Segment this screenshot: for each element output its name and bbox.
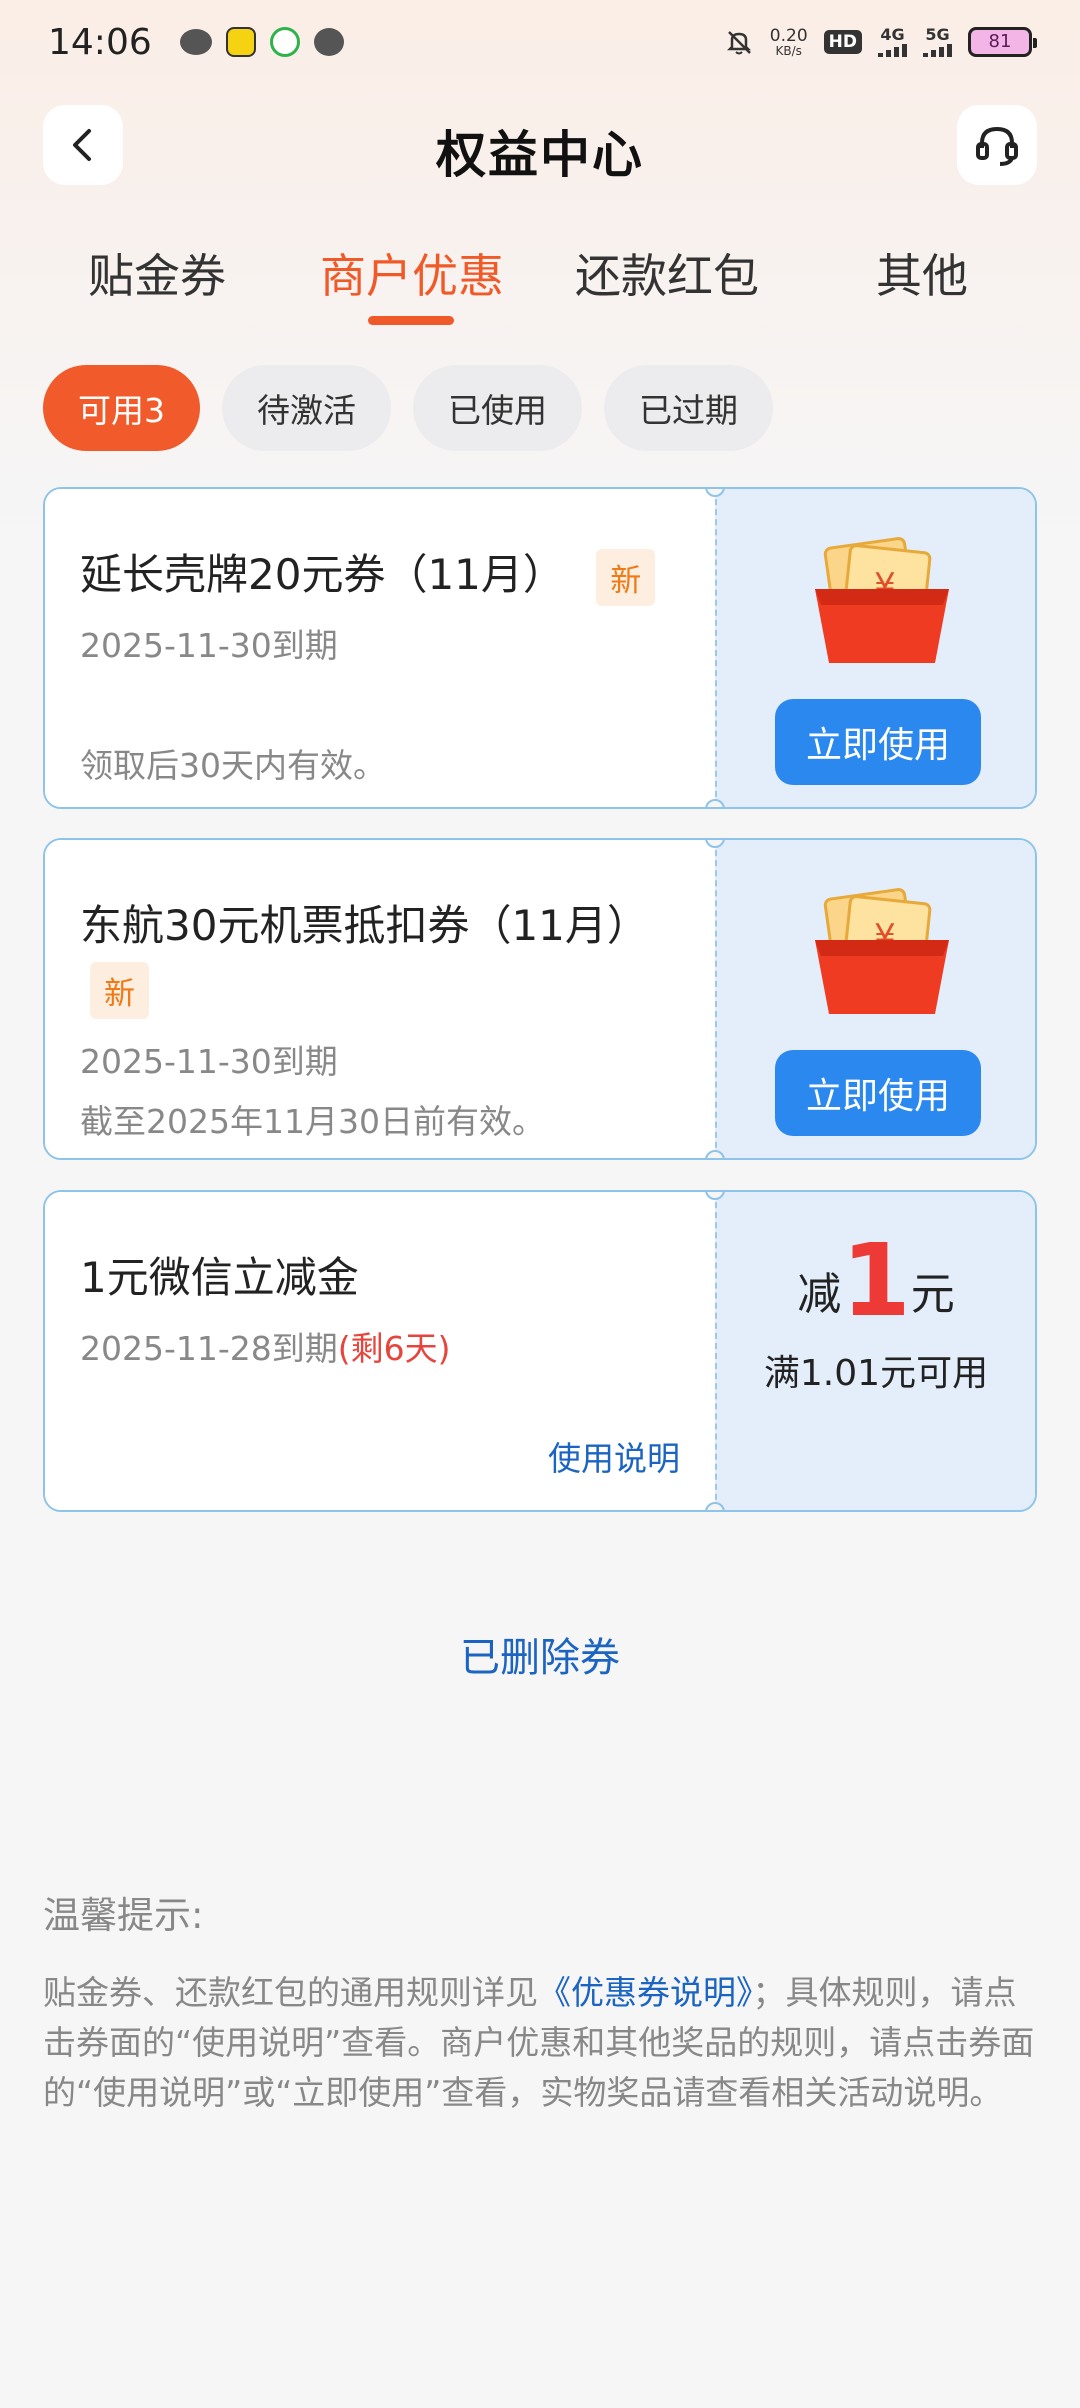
coupon-expiry: 2025-11-28到期 [80,1329,338,1368]
coupon-rules-link[interactable]: 《优惠券说明》 [538,1973,753,2012]
usage-instructions-link[interactable]: 使用说明 [548,1432,680,1480]
discount-prefix: 减 [797,1269,842,1320]
app-notification-icon [225,27,256,57]
use-now-button[interactable]: 立即使用 [775,699,981,785]
days-left: (剩6天) [337,1329,451,1368]
status-right: 0.20 KB/s HD 4G 5G 81 [724,25,1037,58]
signal-sim1-icon: 4G [878,27,907,57]
net-speed-unit: KB/s [775,43,802,58]
discount-unit: 元 [910,1269,955,1320]
coupon-info: 1元微信立减金 2025-11-28到期(剩6天) 使用说明 [45,1192,715,1510]
coupon-expiry-row: 2025-11-28到期(剩6天) [80,1322,451,1370]
header: 权益中心 [0,105,1080,191]
coupon-title: 东航30元机票抵扣券（11月） [80,901,649,950]
status-time: 14:06 [48,21,152,63]
category-tabs: 贴金券 商户优惠 还款红包 其他 [0,240,1080,330]
coupon-expiry: 2025-11-30到期 [80,626,338,665]
battery-icon: 81 [968,27,1037,57]
filter-pending-activation[interactable]: 待激活 [222,365,391,451]
tips-text: 贴金券、还款红包的通用规则详见 [43,1973,538,2012]
coupon-action-area: ¥ 立即使用 [715,840,1035,1158]
network-speed: 0.20 KB/s [769,25,808,58]
mute-bell-icon [726,31,751,55]
coupon-info: 延长壳牌20元券（11月） 新 2025-11-30到期 领取后30天内有效。 [45,489,715,807]
coupon-note: 领取后30天内有效。 [80,746,386,785]
coupon-card[interactable]: 1元微信立减金 2025-11-28到期(剩6天) 使用说明 减1元 满1.01… [43,1190,1037,1512]
filter-expired[interactable]: 已过期 [604,365,773,451]
new-badge: 新 [90,962,149,1019]
headset-icon [976,126,1018,166]
coupon-title-row: 延长壳牌20元券（11月） 新 [80,541,656,606]
coupon-title: 1元微信立减金 [80,1253,359,1302]
app-notification-icon [269,27,300,57]
gift-box-icon: ¥ [815,888,949,1014]
message-icon [313,28,344,56]
filter-used[interactable]: 已使用 [413,365,582,451]
coupon-note: 截至2025年11月30日前有效。 [80,1102,545,1141]
tab-other[interactable]: 其他 [802,240,1042,306]
coupon-title: 延长壳牌20元券（11月） [80,550,565,599]
tab-bonus-coupon[interactable]: 贴金券 [37,240,277,306]
filter-available[interactable]: 可用3 [43,365,200,451]
notification-icons [179,27,344,57]
signal-sim2-icon: 5G [923,27,952,57]
active-tab-indicator [368,316,454,325]
coupon-value-area: 减1元 满1.01元可用 [715,1192,1035,1510]
status-bar: 14:06 0.20 KB/s HD 4G 5G 81 [0,0,1080,84]
discount-value: 1 [841,1222,911,1339]
sim1-type: 4G [880,25,905,44]
sim2-type: 5G [925,25,950,44]
wechat-icon [179,29,212,55]
new-badge: 新 [596,549,656,606]
coupon-card[interactable]: 延长壳牌20元券（11月） 新 2025-11-30到期 领取后30天内有效。 … [43,487,1037,809]
coupon-card[interactable]: 东航30元机票抵扣券（11月） 新 2025-11-30到期 截至2025年11… [43,838,1037,1160]
customer-service-button[interactable] [957,105,1037,185]
coupon-action-area: ¥ 立即使用 [715,489,1035,807]
tab-merchant-offers[interactable]: 商户优惠 [292,240,532,306]
gift-box-icon: ¥ [815,537,949,663]
discount-amount: 减1元 [717,1222,1035,1339]
status-filters: 可用3 待激活 已使用 已过期 [43,365,773,451]
tab-repayment-red-packet[interactable]: 还款红包 [547,240,787,306]
use-now-button[interactable]: 立即使用 [775,1050,981,1136]
hd-badge: HD [823,30,862,54]
coupon-info: 东航30元机票抵扣券（11月） 新 2025-11-30到期 截至2025年11… [45,840,715,1158]
tips-body: 贴金券、还款红包的通用规则详见《优惠券说明》；具体规则，请点击券面的“使用说明”… [43,1968,1043,2118]
coupon-expiry: 2025-11-30到期 [80,1042,338,1081]
deleted-coupons-link[interactable]: 已删除券 [0,1625,1080,1683]
tips-title: 温馨提示: [43,1894,204,1937]
discount-condition: 满1.01元可用 [763,1353,989,1394]
net-speed-value: 0.20 [769,25,808,46]
page-title: 权益中心 [436,126,644,184]
